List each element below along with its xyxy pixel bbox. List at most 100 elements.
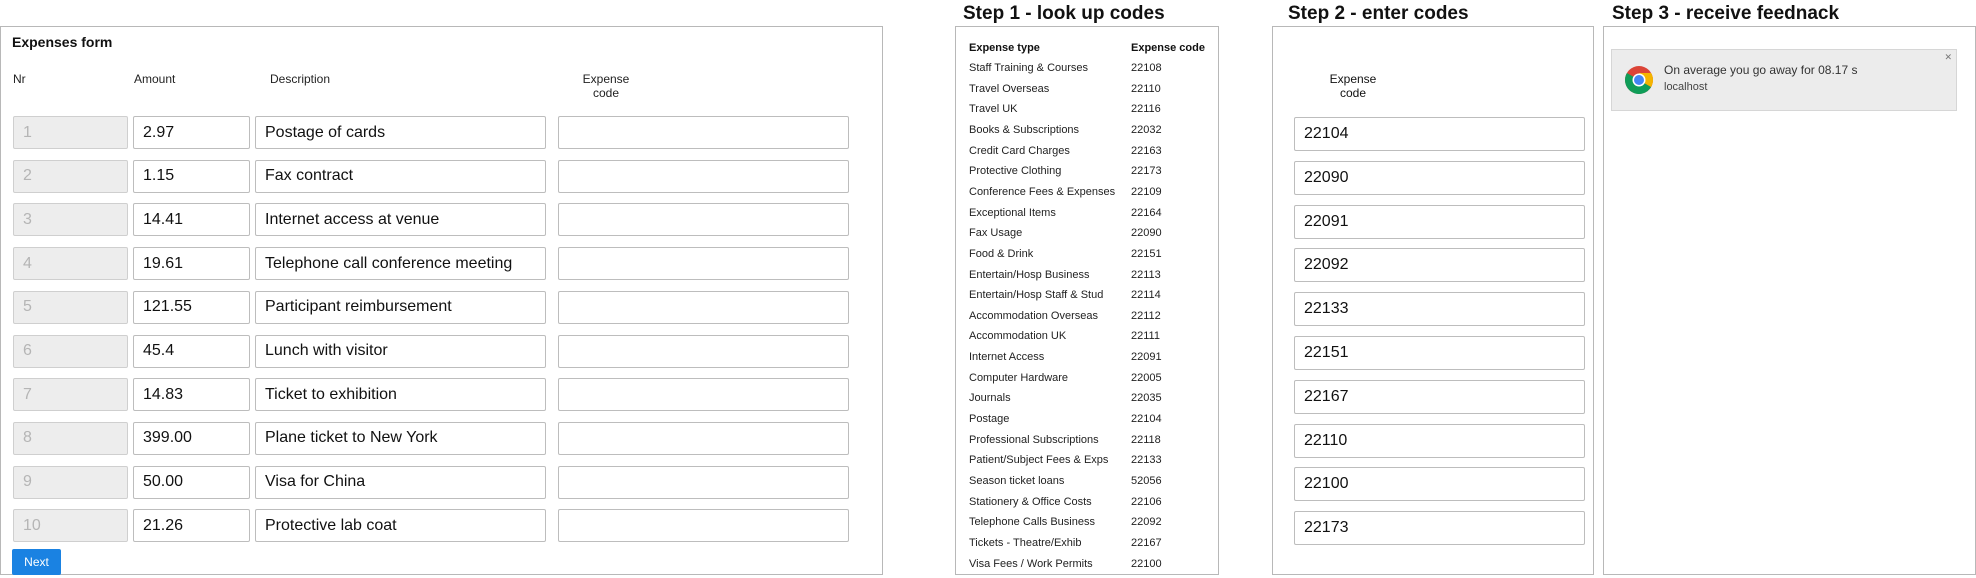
expense-row — [1, 465, 861, 501]
entered-code-field[interactable] — [1294, 336, 1585, 370]
expense-type: Season ticket loans — [969, 475, 1065, 487]
amount-field[interactable] — [133, 159, 250, 193]
step2-title: Step 2 - enter codes — [1288, 3, 1469, 24]
lookup-row: Fax Usage 22090 — [956, 227, 1218, 247]
row-number-field — [13, 116, 128, 149]
column-header-description: Description — [270, 72, 331, 86]
amount-field[interactable] — [133, 290, 250, 324]
entered-code-field[interactable] — [1294, 248, 1585, 283]
description-field[interactable] — [255, 290, 546, 324]
column-header-expense-code-line1: Expense — [582, 72, 630, 86]
description-field[interactable] — [255, 116, 546, 149]
expense-row — [1, 116, 861, 151]
entered-code-field[interactable] — [1294, 379, 1585, 414]
expense-type: Conference Fees & Expenses — [969, 185, 1116, 198]
expense-type: Staff Training & Courses — [969, 62, 1089, 74]
row-number-field — [13, 509, 128, 543]
expense-code: 22133 — [1131, 454, 1162, 467]
expense-code: 22104 — [1131, 413, 1162, 426]
expense-code: 22109 — [1131, 185, 1162, 198]
expense-type: Telephone Calls Business — [969, 516, 1095, 529]
chrome-icon — [1625, 66, 1653, 94]
expense-row — [1, 334, 861, 370]
description-field[interactable] — [255, 378, 546, 412]
lookup-row: Books & Subscriptions 22032 — [956, 124, 1218, 144]
expense-type: Fax Usage — [969, 227, 1023, 240]
expense-type: Food & Drink — [969, 247, 1034, 260]
description-field[interactable] — [255, 421, 546, 455]
entered-code-field[interactable] — [1294, 467, 1585, 502]
row-number-field — [13, 421, 128, 455]
expense-code: 22151 — [1131, 247, 1162, 260]
amount-field[interactable] — [133, 421, 250, 455]
expense-code: 22110 — [1131, 82, 1161, 95]
entered-code-field[interactable] — [1294, 204, 1585, 239]
description-field[interactable] — [255, 159, 546, 193]
feedback-message: On average you go away for 08.17 s — [1664, 63, 1858, 77]
entered-code-field[interactable] — [1294, 511, 1585, 546]
expense-type: Travel UK — [969, 103, 1018, 116]
expense-code: 22113 — [1131, 268, 1161, 281]
amount-field[interactable] — [133, 509, 250, 543]
expense-code-field[interactable] — [558, 509, 849, 543]
row-number-field — [13, 378, 128, 412]
lookup-row: Tickets - Theatre/Exhib 22167 — [956, 537, 1218, 557]
amount-field[interactable] — [133, 116, 250, 149]
amount-field[interactable] — [133, 378, 250, 412]
lookup-row: Professional Subscriptions 22118 — [956, 434, 1218, 454]
entered-code-field[interactable] — [1294, 292, 1585, 327]
expense-code-field[interactable] — [558, 203, 849, 237]
lookup-row: Credit Card Charges 22163 — [956, 145, 1218, 165]
expense-type: Professional Subscriptions — [969, 433, 1099, 446]
expense-type: Journals — [969, 392, 1011, 405]
expense-code-field[interactable] — [558, 334, 849, 368]
expense-code-field[interactable] — [558, 290, 849, 324]
close-icon[interactable]: ✕ — [1944, 52, 1952, 63]
expense-code-field[interactable] — [558, 421, 849, 455]
amount-field[interactable] — [133, 334, 250, 368]
expense-row — [1, 421, 861, 457]
enter-codes-panel: Expense code — [1272, 26, 1594, 575]
lookup-row: Internet Access 22091 — [956, 351, 1218, 371]
lookup-header-type: Expense type — [969, 42, 1040, 54]
expense-code: 22163 — [1131, 144, 1162, 157]
feedback-source: localhost — [1664, 81, 1708, 93]
description-field[interactable] — [255, 465, 546, 499]
expense-code-field[interactable] — [558, 247, 849, 281]
expense-code-field[interactable] — [558, 159, 849, 193]
next-button[interactable]: Next — [12, 549, 61, 575]
entered-code-field[interactable] — [1294, 423, 1585, 458]
expense-type: Computer Hardware — [969, 371, 1069, 384]
feedback-notification[interactable]: On average you go away for 08.17 s local… — [1611, 49, 1957, 111]
expense-row — [1, 203, 861, 238]
description-field[interactable] — [255, 334, 546, 368]
expense-type: Exceptional Items — [969, 206, 1056, 219]
expense-type: Accommodation Overseas — [969, 309, 1098, 322]
expense-type: Credit Card Charges — [969, 144, 1070, 157]
lookup-row: Conference Fees & Expenses 22109 — [956, 186, 1218, 206]
expense-row — [1, 247, 861, 282]
codes-header: Expense code — [1323, 72, 1383, 100]
lookup-row: Travel Overseas 22110 — [956, 83, 1218, 103]
expense-type: Books & Subscriptions — [969, 123, 1080, 136]
expense-code: 22092 — [1131, 516, 1162, 529]
expense-type: Internet Access — [969, 351, 1045, 364]
entered-code-field[interactable] — [1294, 160, 1585, 195]
description-field[interactable] — [255, 247, 546, 281]
expense-code-field[interactable] — [558, 378, 849, 412]
expense-type: Stationery & Office Costs — [969, 495, 1092, 508]
expense-code: 22100 — [1131, 557, 1162, 570]
lookup-row: Accommodation Overseas 22112 — [956, 310, 1218, 330]
lookup-row: Exceptional Items 22164 — [956, 207, 1218, 227]
expense-row — [1, 509, 861, 544]
amount-field[interactable] — [133, 247, 250, 281]
amount-field[interactable] — [133, 465, 250, 499]
description-field[interactable] — [255, 509, 546, 543]
amount-field[interactable] — [133, 203, 250, 237]
expense-code-field[interactable] — [558, 116, 849, 149]
expense-code: 22114 — [1131, 289, 1161, 302]
lookup-row: Food & Drink 22151 — [956, 248, 1218, 268]
description-field[interactable] — [255, 203, 546, 237]
expense-code-field[interactable] — [558, 465, 849, 499]
entered-code-field[interactable] — [1294, 117, 1585, 151]
